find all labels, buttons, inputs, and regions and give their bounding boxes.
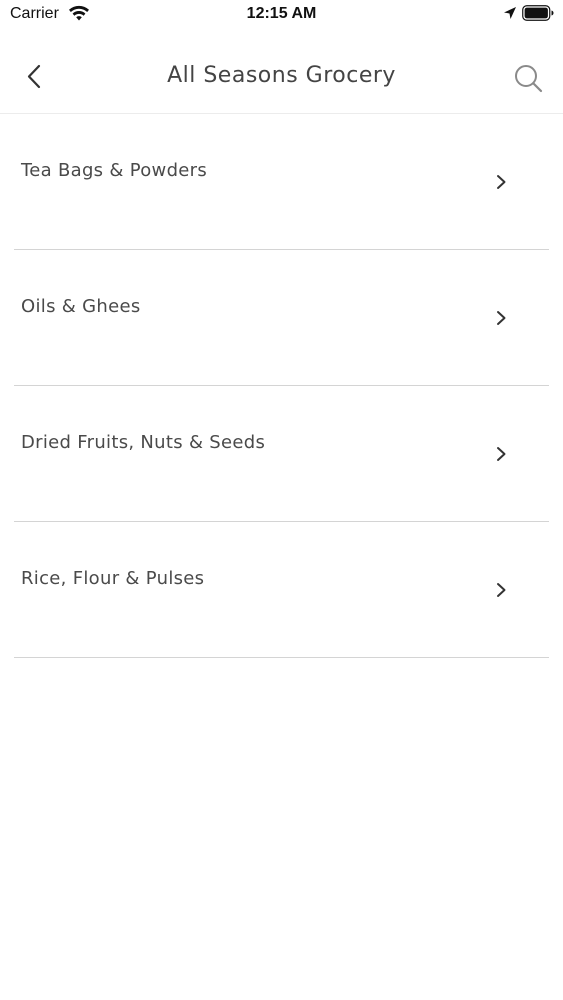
- navigation-bar: All Seasons Grocery: [0, 40, 563, 114]
- category-label: Rice, Flour & Pulses: [21, 568, 205, 589]
- category-item-dried-fruits-nuts-seeds[interactable]: Dried Fruits, Nuts & Seeds: [14, 386, 549, 522]
- chevron-right-icon: [497, 583, 506, 597]
- battery-icon: [522, 5, 554, 21]
- category-label: Tea Bags & Powders: [21, 160, 208, 181]
- category-label: Oils & Ghees: [21, 296, 141, 317]
- category-item-tea-bags-powders[interactable]: Tea Bags & Powders: [14, 114, 549, 250]
- chevron-right-icon: [497, 311, 506, 325]
- chevron-right-icon: [497, 175, 506, 189]
- category-item-oils-ghees[interactable]: Oils & Ghees: [14, 250, 549, 386]
- category-list: Tea Bags & Powders Oils & Ghees Dried Fr…: [14, 114, 549, 658]
- category-item-rice-flour-pulses[interactable]: Rice, Flour & Pulses: [14, 522, 549, 658]
- status-time: 12:15 AM: [246, 5, 317, 22]
- search-button[interactable]: [510, 60, 546, 96]
- chevron-right-icon: [497, 447, 506, 461]
- category-label: Dried Fruits, Nuts & Seeds: [21, 432, 266, 453]
- page-title: All Seasons Grocery: [167, 63, 396, 88]
- status-bar: Carrier 12:15 AM: [0, 0, 563, 30]
- search-icon: [515, 65, 543, 93]
- location-arrow-icon: [504, 7, 516, 19]
